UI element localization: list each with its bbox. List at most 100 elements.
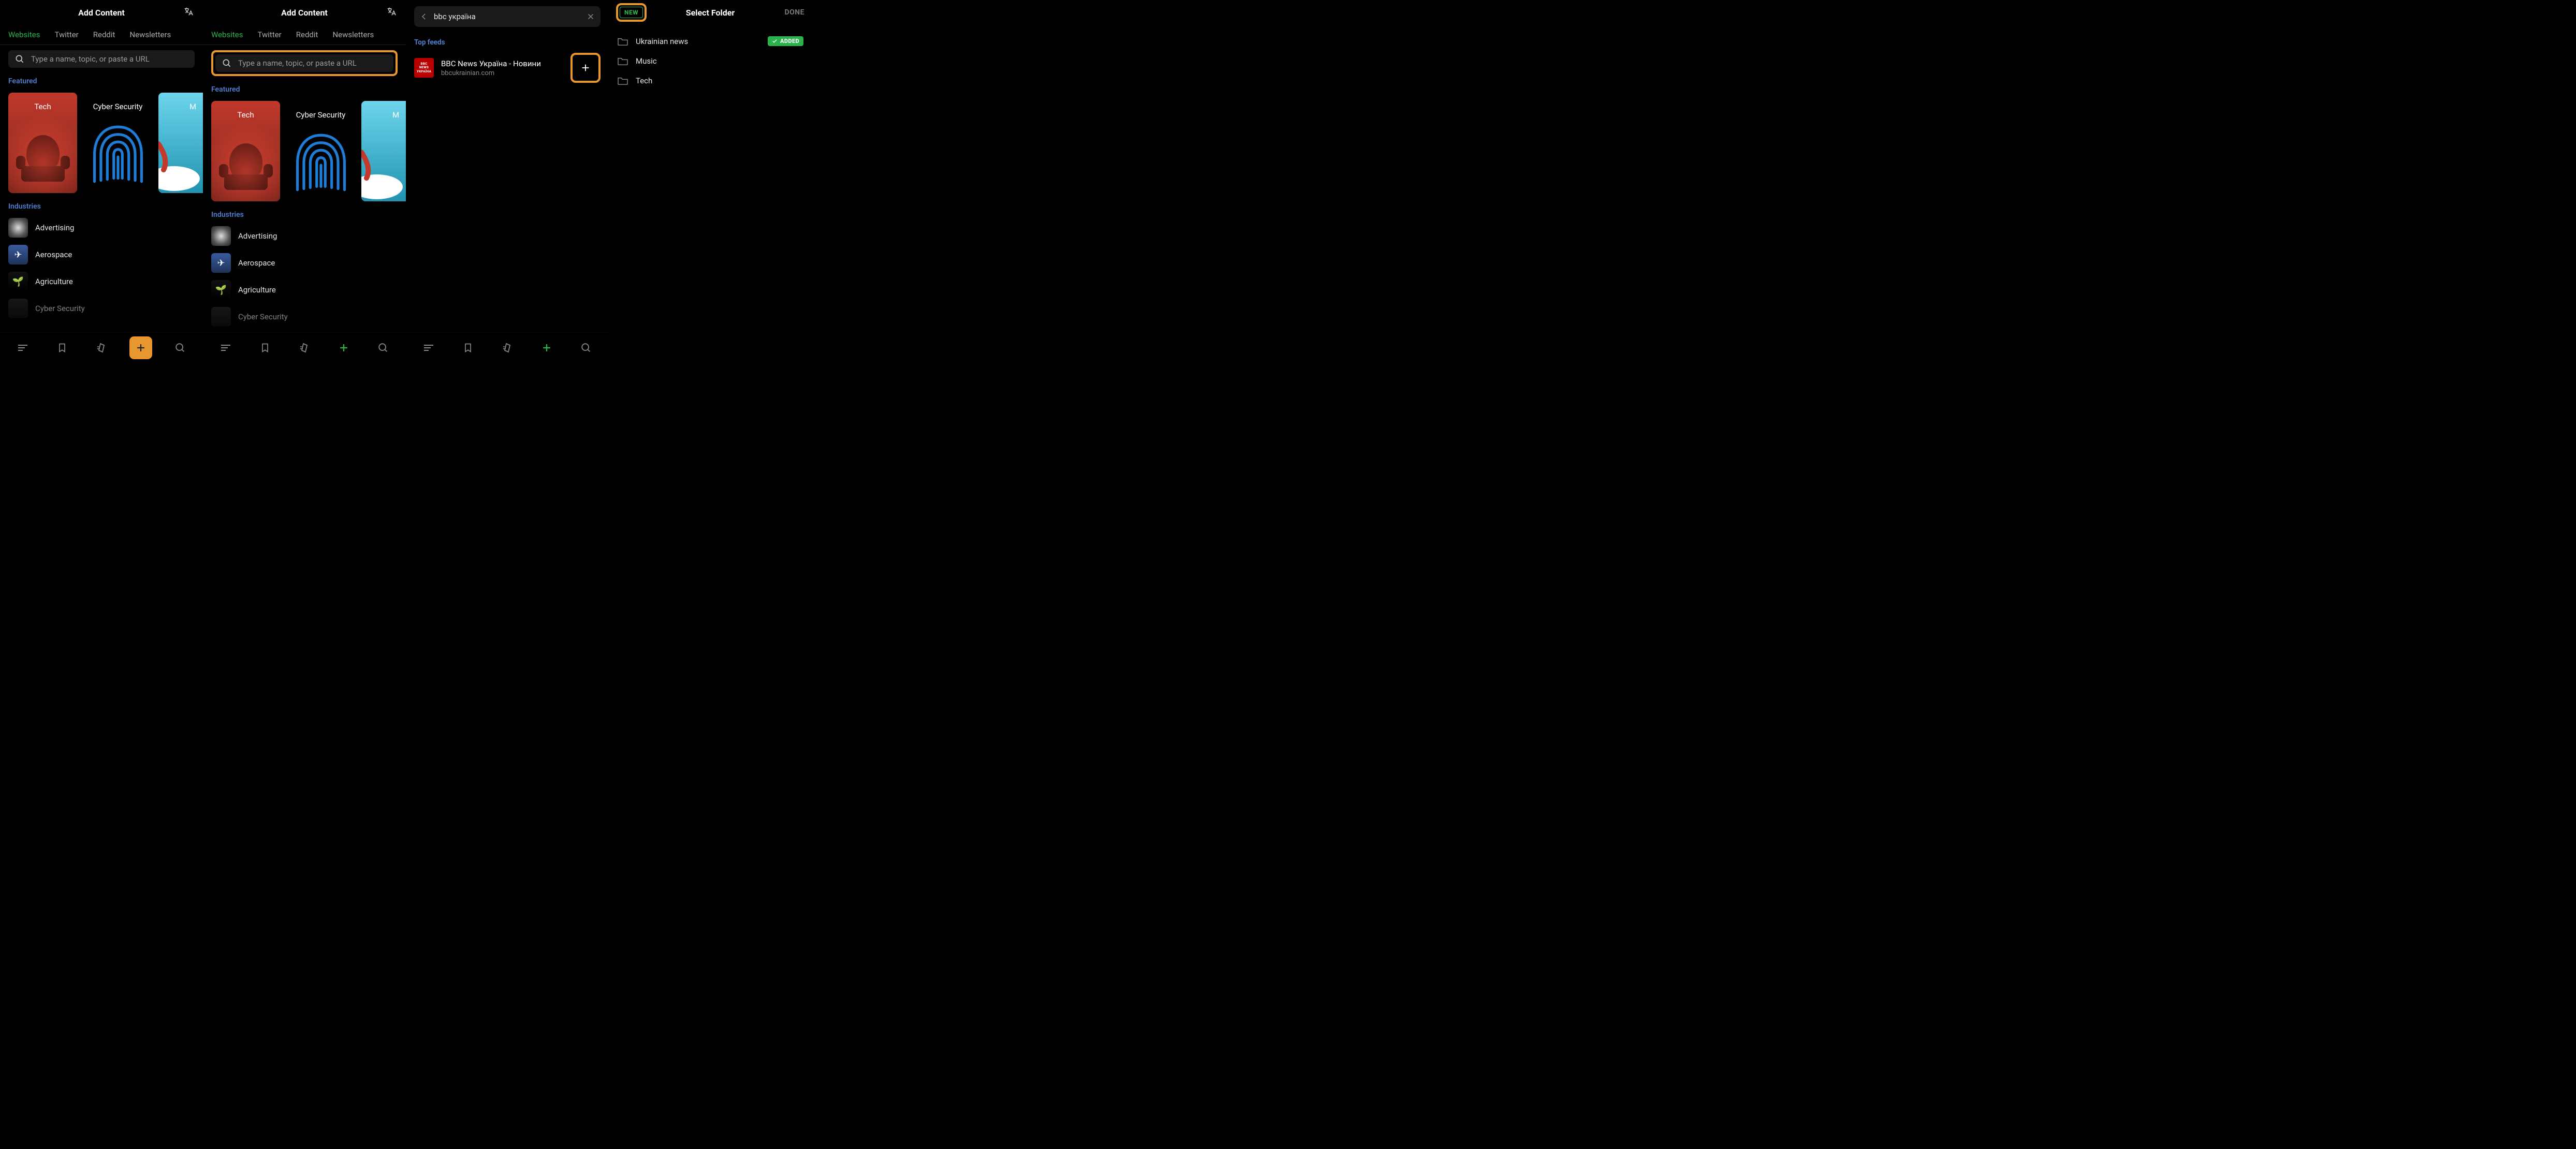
featured-heading: Featured	[0, 68, 203, 93]
tab-reddit[interactable]: Reddit	[93, 30, 115, 39]
clear-icon[interactable]	[586, 12, 595, 21]
nav-tag-icon[interactable]	[293, 336, 316, 359]
search-box[interactable]	[8, 50, 195, 68]
featured-label: M	[392, 110, 399, 120]
featured-card-tech[interactable]: Tech	[211, 101, 280, 201]
feed-title: BBC News Україна - Новини	[441, 59, 563, 68]
search-icon	[222, 58, 232, 68]
industry-item-cyber-cut[interactable]: Cyber Security	[8, 299, 195, 318]
nav-bookmark-icon[interactable]	[51, 336, 74, 359]
search-input[interactable]	[31, 54, 188, 64]
industry-thumb	[8, 218, 28, 238]
industry-label: Agriculture	[238, 285, 276, 294]
featured-card-cyber[interactable]: Cyber Security	[286, 101, 355, 201]
nav-search-icon[interactable]	[372, 336, 394, 359]
nav-add-button[interactable]	[535, 336, 558, 359]
featured-label: Cyber Security	[93, 102, 143, 111]
industry-label: Agriculture	[35, 277, 73, 286]
industry-item-aerospace[interactable]: ✈Aerospace	[211, 253, 398, 273]
industry-label: Advertising	[238, 231, 277, 241]
industry-thumb: 🌱	[8, 272, 28, 291]
nav-bookmark-icon[interactable]	[457, 336, 479, 359]
nav-search-icon[interactable]	[169, 336, 192, 359]
tab-twitter[interactable]: Twitter	[54, 30, 78, 39]
header: Add Content	[0, 0, 203, 25]
cup-illustration	[158, 131, 200, 193]
vr-illustration	[215, 134, 277, 201]
industry-label: Advertising	[35, 223, 74, 232]
folder-label: Ukrainian news	[636, 37, 760, 46]
nav-add-button[interactable]	[129, 336, 152, 359]
tab-newsletters[interactable]: Newsletters	[129, 30, 171, 39]
industry-item-agriculture[interactable]: 🌱 Agriculture	[8, 272, 195, 291]
search-wrap	[0, 45, 203, 68]
highlight-ring	[211, 50, 398, 76]
feed-text: BBC News Україна - Новини bbcukrainian.c…	[441, 59, 563, 77]
done-button[interactable]: DONE	[784, 8, 804, 17]
translate-icon[interactable]	[385, 6, 398, 18]
folder-item-music[interactable]: Music	[617, 52, 803, 70]
industry-thumb: 🌱	[211, 280, 231, 300]
tab-websites[interactable]: Websites	[211, 30, 243, 39]
screen-search-results: Top feeds BBC NEWS УКРАЇНА BBC News Укра…	[406, 0, 609, 362]
industry-item-agriculture[interactable]: 🌱 Agriculture	[211, 280, 398, 300]
bottom-nav	[406, 332, 609, 362]
nav-menu-icon[interactable]	[417, 336, 440, 359]
new-folder-button[interactable]: NEW	[620, 7, 643, 18]
add-feed-button[interactable]	[574, 56, 597, 79]
featured-card-partial[interactable]: M	[361, 101, 406, 201]
nav-tag-icon[interactable]	[496, 336, 519, 359]
header: Add Content	[203, 0, 406, 25]
featured-label: Tech	[237, 110, 254, 120]
industry-thumb: ✈	[8, 245, 28, 264]
nav-menu-icon[interactable]	[214, 336, 237, 359]
back-icon[interactable]	[419, 12, 429, 21]
featured-card-tech[interactable]: Tech	[8, 93, 77, 193]
tab-twitter[interactable]: Twitter	[257, 30, 281, 39]
industry-item-cyber-cut[interactable]: Cyber Security	[211, 307, 398, 327]
nav-add-button[interactable]	[332, 336, 355, 359]
industry-item-aerospace[interactable]: ✈Aerospace	[8, 245, 195, 264]
industry-thumb	[211, 226, 231, 246]
tab-reddit[interactable]: Reddit	[296, 30, 318, 39]
featured-label: Tech	[34, 102, 51, 111]
added-label: ADDED	[780, 38, 799, 45]
screen-add-content-2: Add Content Websites Twitter Reddit News…	[203, 0, 406, 362]
folder-icon	[617, 76, 628, 85]
industry-item-advertising[interactable]: Advertising	[8, 218, 195, 238]
industry-thumb: ✈	[211, 253, 231, 273]
tab-newsletters[interactable]: Newsletters	[332, 30, 374, 39]
industry-label: Cyber Security	[238, 312, 288, 321]
highlight-ring: NEW	[616, 3, 647, 22]
bottom-nav	[0, 332, 203, 362]
check-icon	[772, 38, 778, 44]
translate-icon[interactable]	[182, 6, 195, 18]
search-box[interactable]	[215, 54, 393, 72]
content-scroll[interactable]: Featured Tech Cyber Security	[0, 68, 203, 362]
folder-item-ukrainian-news[interactable]: Ukrainian news ADDED	[617, 32, 803, 50]
featured-card-cyber[interactable]: Cyber Security	[83, 93, 152, 193]
folder-label: Music	[636, 56, 803, 66]
nav-tag-icon[interactable]	[90, 336, 113, 359]
tab-websites[interactable]: Websites	[8, 30, 40, 39]
content-tabs: Websites Twitter Reddit Newsletters	[0, 25, 203, 45]
featured-card-partial[interactable]: M	[158, 93, 203, 193]
nav-bookmark-icon[interactable]	[254, 336, 276, 359]
search-input[interactable]	[434, 12, 581, 21]
featured-label: M	[189, 102, 196, 111]
feed-logo-bbc: BBC NEWS УКРАЇНА	[414, 58, 434, 78]
search-wrap	[203, 45, 406, 76]
featured-heading: Featured	[203, 76, 406, 101]
feed-result-item[interactable]: BBC NEWS УКРАЇНА BBC News Україна - Нови…	[406, 53, 609, 83]
screen-select-folder: NEW Select Folder DONE Ukrainian news AD…	[609, 0, 812, 362]
top-feeds-heading: Top feeds	[406, 27, 609, 53]
search-input[interactable]	[238, 58, 387, 68]
folder-item-tech[interactable]: Tech	[617, 72, 803, 90]
vr-illustration	[12, 126, 74, 193]
fingerprint-icon	[91, 123, 145, 187]
nav-menu-icon[interactable]	[11, 336, 34, 359]
content-scroll[interactable]: Featured Tech Cyber Security	[203, 76, 406, 362]
industry-item-advertising[interactable]: Advertising	[211, 226, 398, 246]
nav-search-icon[interactable]	[575, 336, 597, 359]
featured-label: Cyber Security	[296, 110, 346, 120]
